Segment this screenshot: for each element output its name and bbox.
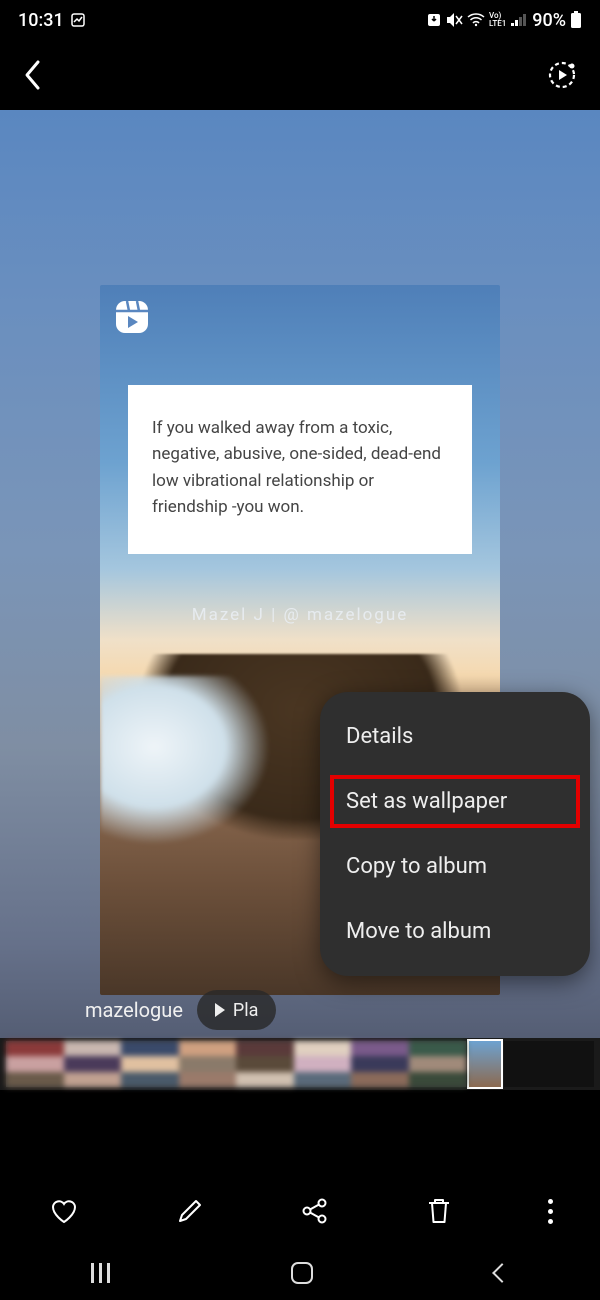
share-button[interactable] xyxy=(300,1196,330,1226)
more-button[interactable] xyxy=(548,1199,553,1224)
favorite-button[interactable] xyxy=(48,1195,80,1227)
menu-item-move-album[interactable]: Move to album xyxy=(320,899,590,964)
play-motion-button[interactable]: Pla xyxy=(197,990,277,1030)
image-credit: Mazel J | @ mazelogue xyxy=(100,605,500,625)
action-bar xyxy=(0,1176,600,1246)
mute-icon xyxy=(445,12,463,28)
thumbnail-item[interactable] xyxy=(469,1041,501,1087)
thumbnail-item[interactable] xyxy=(6,1041,466,1087)
menu-item-copy-album[interactable]: Copy to album xyxy=(320,834,590,899)
system-nav-bar xyxy=(0,1246,600,1300)
delete-button[interactable] xyxy=(425,1196,453,1226)
caption-row: mazelogue Pla xyxy=(0,990,600,1030)
menu-item-details[interactable]: Details xyxy=(320,704,590,769)
reels-icon xyxy=(114,299,150,335)
play-label: Pla xyxy=(233,1000,259,1021)
quote-card: If you walked away from a toxic, negativ… xyxy=(128,385,472,554)
motion-photo-icon[interactable] xyxy=(546,59,578,91)
play-icon xyxy=(215,1003,225,1017)
status-time: 10:31 xyxy=(18,10,64,31)
nav-back[interactable] xyxy=(492,1263,512,1283)
screenshot-indicator-icon xyxy=(70,12,86,28)
quote-text: If you walked away from a toxic, negativ… xyxy=(152,418,441,517)
status-bar: 10:31 Vo)LTE1 90% xyxy=(0,0,600,40)
top-bar xyxy=(0,40,600,110)
nav-home[interactable] xyxy=(291,1262,313,1284)
photo-viewer[interactable]: If you walked away from a toxic, negativ… xyxy=(0,110,600,1090)
menu-item-set-wallpaper[interactable]: Set as wallpaper xyxy=(320,769,590,834)
thumbnail-strip[interactable] xyxy=(0,1038,600,1090)
signal-icon xyxy=(510,13,528,27)
volte-label: Vo)LTE1 xyxy=(489,12,506,28)
more-options-menu: Details Set as wallpaper Copy to album M… xyxy=(320,692,590,976)
nav-recents[interactable] xyxy=(91,1263,110,1283)
edit-button[interactable] xyxy=(175,1196,205,1226)
download-icon xyxy=(427,13,441,27)
thumbnail-item[interactable] xyxy=(504,1041,594,1087)
battery-percent: 90% xyxy=(532,10,566,31)
back-button[interactable] xyxy=(22,58,44,92)
wifi-icon xyxy=(467,13,485,27)
author-username[interactable]: mazelogue xyxy=(85,998,183,1022)
battery-icon xyxy=(570,11,582,29)
